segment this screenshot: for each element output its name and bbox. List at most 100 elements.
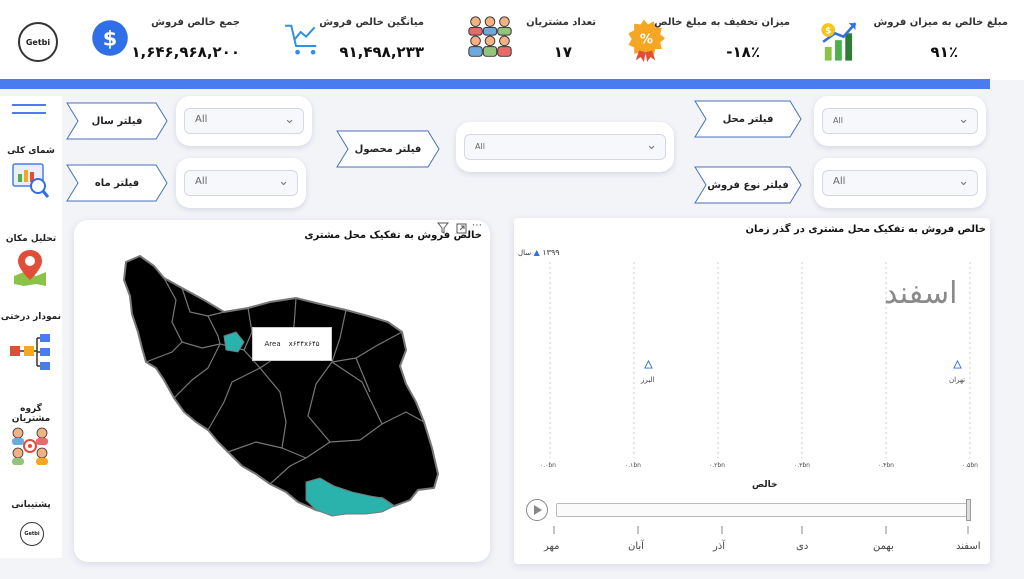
focus-mode-icon[interactable] [456, 223, 467, 234]
x-tick: ۰.۰bn [540, 462, 556, 469]
filter-location-text: فیلتر محل [722, 113, 774, 125]
play-button[interactable] [526, 499, 548, 521]
filter-month-label: فیلتر ماه [66, 164, 168, 202]
filter-funnel-icon[interactable] [437, 222, 449, 234]
support-logo-icon[interactable]: Getbi [20, 522, 44, 546]
nav-item-location-label[interactable]: تحلیل مکان [0, 234, 62, 244]
filter-location-select[interactable]: All ⌄ [822, 108, 978, 134]
kpi-discount-ratio: % میزان تخفیف به مبلغ خالص -۱۸٪ [626, 8, 790, 72]
kpi-average-net-sales: میانگین خالص فروش ۹۱,۴۹۸,۲۳۳ [282, 8, 424, 72]
month-ticks [553, 526, 969, 534]
time-card-title: خالص فروش به تفکیک محل مشتری در گذر زمان [745, 224, 986, 235]
svg-text:%: % [640, 32, 653, 47]
dollar-icon: $ [92, 20, 128, 56]
people-group-icon [468, 16, 512, 57]
filter-location-value: All [833, 116, 843, 125]
kpi-value: ۹۱,۴۹۸,۲۳۳ [339, 43, 424, 61]
filter-sales-type-box: All ⌄ [814, 158, 986, 208]
filter-location-box: All ⌄ [814, 96, 986, 146]
filter-sales-type-select[interactable]: All ⌄ [822, 170, 978, 196]
iran-map[interactable] [120, 252, 470, 552]
kpi-value: ۱,۶۴۶,۹۶۸,۲۰۰ [131, 43, 240, 61]
legend-year: ۱۳۹۹ [542, 248, 560, 257]
month-label[interactable]: دی [796, 541, 808, 552]
filter-sales-type-text: فیلتر نوع فروش [707, 179, 789, 191]
kpi-value: ۱۷ [553, 43, 572, 61]
month-label[interactable]: آذر [713, 541, 725, 552]
svg-text:$: $ [825, 26, 831, 36]
map-tooltip: Area x۶۴۴x۶۴۵ [252, 327, 332, 361]
time-slider[interactable] [556, 503, 970, 517]
more-options-icon[interactable]: ⋯ [472, 220, 482, 231]
chevron-down-icon: ⌄ [646, 138, 657, 153]
point-label-tehran: تهران [949, 376, 966, 384]
x-tick: ۰.۴bn [878, 462, 894, 469]
filter-month-value: All [195, 176, 208, 187]
dashboard-magnifier-icon[interactable] [10, 160, 50, 200]
month-label[interactable]: آبان [628, 541, 644, 552]
map-pin-icon[interactable] [10, 248, 50, 288]
chevron-down-icon: ⌄ [958, 174, 969, 189]
hamburger-menu-icon[interactable] [12, 104, 46, 120]
point-triangle-icon[interactable] [644, 360, 653, 369]
filter-year-select[interactable]: All ⌄ [184, 108, 304, 134]
point-label-alborz: البرز [641, 376, 655, 384]
filter-product-box: All ⌄ [456, 122, 674, 172]
x-tick: ۰.۵bn [962, 462, 978, 469]
legend-label: سال [518, 249, 532, 257]
month-label[interactable]: مهر [544, 541, 559, 552]
nav-item-support-label[interactable]: پشتیبانی [0, 500, 62, 510]
x-tick: ۰.۲bn [709, 462, 725, 469]
cart-chart-icon [285, 24, 317, 55]
chevron-down-icon: ⌄ [278, 174, 289, 189]
nav-item-tree-label[interactable]: نمودار درختی [0, 312, 62, 322]
tooltip-value: x۶۴۴x۶۴۵ [288, 340, 320, 348]
kpi-total-net-sales: $ جمع خالص فروش ۱,۶۴۶,۹۶۸,۲۰۰ [90, 8, 240, 72]
tooltip-key: Area [264, 340, 281, 348]
getbi-logo: Getbi [18, 22, 58, 62]
dashboard: Getbi $ جمع خالص فروش ۱,۶۴۶,۹۶۸,۲۰۰ میان… [0, 0, 1024, 579]
customer-group-icon[interactable] [10, 426, 50, 466]
time-slider-handle[interactable] [966, 499, 971, 521]
month-label[interactable]: بهمن [873, 541, 894, 552]
filter-product-select[interactable]: All ⌄ [464, 134, 666, 160]
svg-text:$: $ [103, 26, 117, 50]
x-tick: ۰.۱bn [625, 462, 641, 469]
filter-sales-type-label: فیلتر نوع فروش [694, 166, 802, 204]
filter-month-box: All ⌄ [176, 158, 306, 208]
point-triangle-icon[interactable] [953, 360, 962, 369]
filter-year-value: All [195, 114, 208, 125]
filter-product-label: فیلتر محصول [336, 130, 440, 168]
kpi-value: ۹۱٪ [930, 43, 958, 61]
header-accent-bar [0, 79, 990, 89]
kpi-value: -۱۸٪ [726, 43, 760, 61]
chevron-down-icon: ⌄ [958, 112, 969, 127]
growth-bars-icon: $ [821, 22, 857, 61]
filter-month-text: فیلتر ماه [94, 177, 140, 189]
filter-month-select[interactable]: All ⌄ [184, 170, 298, 196]
month-label[interactable]: اسفند [956, 541, 980, 552]
kpi-title: میزان تخفیف به مبلغ خالص [654, 17, 790, 28]
nav-item-customer-group-label[interactable]: گروه مشتریان [0, 404, 62, 424]
side-nav: شمای کلی تحلیل مکان نمودار درختی گروه مش… [0, 96, 62, 558]
support-logo-text: Getbi [24, 531, 40, 537]
filter-year-label: فیلتر سال [66, 102, 168, 140]
filter-year-box: All ⌄ [176, 96, 312, 146]
kpi-title: مبلغ خالص به میزان فروش [873, 17, 1008, 28]
nav-item-overview-label[interactable]: شمای کلی [0, 146, 62, 156]
current-month-watermark: اسفند [884, 276, 958, 311]
filter-product-text: فیلتر محصول [354, 143, 422, 155]
tree-diagram-icon[interactable] [10, 332, 50, 372]
kpi-net-to-sales-ratio: $ مبلغ خالص به میزان فروش ۹۱٪ [818, 8, 1008, 72]
filter-year-text: فیلتر سال [91, 115, 143, 127]
kpi-customer-count: تعداد مشتریان ۱۷ [464, 8, 596, 72]
iran-outline[interactable] [122, 254, 440, 516]
legend-triangle-icon: ▲ [533, 248, 540, 257]
filter-product-value: All [475, 142, 485, 151]
kpi-title: جمع خالص فروش [151, 17, 240, 28]
chevron-down-icon: ⌄ [284, 112, 295, 127]
x-axis-title: خالص [752, 480, 778, 490]
kpi-title: میانگین خالص فروش [319, 17, 424, 28]
filter-sales-type-value: All [833, 176, 846, 187]
kpi-title: تعداد مشتریان [526, 17, 596, 28]
